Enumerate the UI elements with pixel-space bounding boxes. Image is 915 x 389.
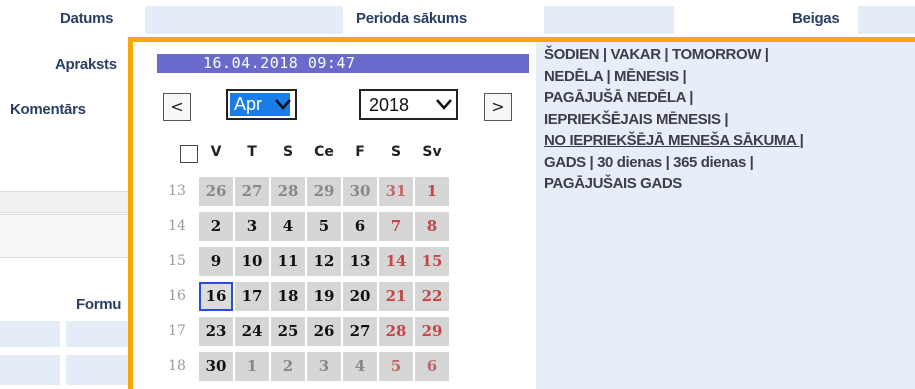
- shortcut-line[interactable]: IEPRIEKŠĒJAIS MĒNESIS |: [544, 111, 729, 128]
- month-select[interactable]: Apr: [226, 89, 297, 120]
- label-komentars: Komentārs: [10, 101, 86, 118]
- day-cell[interactable]: 27: [343, 317, 377, 346]
- weekday-header: F: [355, 144, 365, 160]
- year-select-value: 2018: [369, 95, 410, 115]
- label-apraksts: Apraksts: [55, 56, 117, 73]
- label-forma: Formu: [76, 296, 122, 313]
- day-cell[interactable]: 28: [379, 317, 413, 346]
- day-cell[interactable]: 23: [199, 317, 233, 346]
- week-number: 18: [168, 358, 186, 374]
- prev-month-button[interactable]: <: [163, 93, 191, 121]
- day-cell[interactable]: 19: [307, 282, 341, 311]
- day-cell[interactable]: 17: [235, 282, 269, 311]
- week-number: 16: [168, 288, 186, 304]
- current-datetime: 16.04.2018 09:47: [157, 54, 529, 73]
- day-cell[interactable]: 10: [235, 247, 269, 276]
- day-cell[interactable]: 4: [343, 352, 377, 381]
- day-cell[interactable]: 27: [235, 177, 269, 206]
- week-number: 14: [168, 218, 186, 234]
- day-cell[interactable]: 2: [199, 212, 233, 241]
- label-perioda-sakums: Perioda sākums: [356, 10, 467, 27]
- day-cell[interactable]: 25: [271, 317, 305, 346]
- day-cell[interactable]: 3: [235, 212, 269, 241]
- day-cell[interactable]: 29: [415, 317, 449, 346]
- day-cell[interactable]: 3: [307, 352, 341, 381]
- weekday-header: S: [390, 144, 402, 160]
- date-shortcuts-panel: ŠODIEN | VAKAR | TOMORROW | NEDĒLA | MĒNE…: [536, 42, 915, 389]
- weekday-header: Sv: [422, 144, 442, 160]
- chevron-down-icon: [435, 98, 453, 110]
- datepicker-popup: 16.04.2018 09:47 < Apr 2018 > V T S Ce F S Sv 1…: [128, 37, 915, 389]
- label-beigas: Beigas: [792, 10, 840, 27]
- calendar-panel: 16.04.2018 09:47 < Apr 2018 > V T S Ce F S Sv 1…: [133, 42, 536, 389]
- day-cell[interactable]: 22: [415, 282, 449, 311]
- day-cell[interactable]: 14: [379, 247, 413, 276]
- grey-panel: [0, 214, 130, 258]
- day-cell[interactable]: 21: [379, 282, 413, 311]
- weekday-header: S: [282, 144, 294, 160]
- shortcut-line[interactable]: PAGĀJUŠĀ NEDĒLA |: [544, 89, 693, 106]
- datums-input[interactable]: [145, 6, 343, 34]
- day-cell[interactable]: 24: [235, 317, 269, 346]
- day-cell[interactable]: 31: [379, 177, 413, 206]
- day-cell[interactable]: 18: [271, 282, 305, 311]
- day-cell[interactable]: 26: [307, 317, 341, 346]
- day-cell[interactable]: 7: [379, 212, 413, 241]
- day-cell[interactable]: 13: [343, 247, 377, 276]
- beigas-input[interactable]: [858, 6, 915, 34]
- day-cell[interactable]: 4: [271, 212, 305, 241]
- weekday-header: V: [210, 144, 222, 160]
- perioda-sakums-input[interactable]: [544, 6, 674, 34]
- day-cell[interactable]: 29: [307, 177, 341, 206]
- grey-row: [0, 191, 130, 213]
- chevron-down-icon: [274, 98, 292, 110]
- day-cell[interactable]: 5: [379, 352, 413, 381]
- year-select[interactable]: 2018: [359, 89, 458, 120]
- table-cell: [0, 355, 60, 385]
- week-number: 15: [168, 253, 186, 269]
- day-cell[interactable]: 20: [343, 282, 377, 311]
- next-month-button[interactable]: >: [484, 93, 512, 121]
- shortcut-line[interactable]: NO IEPRIEKŠĒJĀ MENEŠA SĀKUMA |: [544, 132, 804, 149]
- day-cell[interactable]: 9: [199, 247, 233, 276]
- day-cell[interactable]: 30: [343, 177, 377, 206]
- label-datums: Datums: [60, 10, 114, 27]
- weekday-header: Ce: [314, 144, 334, 160]
- shortcut-line[interactable]: ŠODIEN | VAKAR | TOMORROW |: [544, 46, 769, 63]
- day-cell-today[interactable]: 16: [199, 282, 233, 311]
- day-cell[interactable]: 6: [415, 352, 449, 381]
- shortcut-line[interactable]: GADS | 30 dienas | 365 dienas |: [544, 154, 754, 171]
- shortcut-line[interactable]: PAGĀJUŠAIS GADS: [544, 175, 682, 192]
- week-number: 17: [168, 323, 186, 339]
- day-cell[interactable]: 6: [343, 212, 377, 241]
- day-cell[interactable]: 26: [199, 177, 233, 206]
- day-cell[interactable]: 1: [235, 352, 269, 381]
- day-cell[interactable]: 12: [307, 247, 341, 276]
- table-cell: [66, 355, 128, 385]
- day-cell[interactable]: 28: [271, 177, 305, 206]
- day-cell[interactable]: 8: [415, 212, 449, 241]
- shortcut-line[interactable]: NEDĒLA | MĒNESIS |: [544, 68, 687, 85]
- day-cell[interactable]: 2: [271, 352, 305, 381]
- table-cell: [0, 321, 60, 347]
- day-cell[interactable]: 11: [271, 247, 305, 276]
- week-number: 13: [168, 183, 186, 199]
- day-cell[interactable]: 5: [307, 212, 341, 241]
- table-cell: [66, 321, 128, 347]
- weekday-header: T: [247, 144, 257, 160]
- day-cell[interactable]: 15: [415, 247, 449, 276]
- day-cell[interactable]: 30: [199, 352, 233, 381]
- day-cell[interactable]: 1: [415, 177, 449, 206]
- select-all-checkbox[interactable]: [180, 145, 198, 163]
